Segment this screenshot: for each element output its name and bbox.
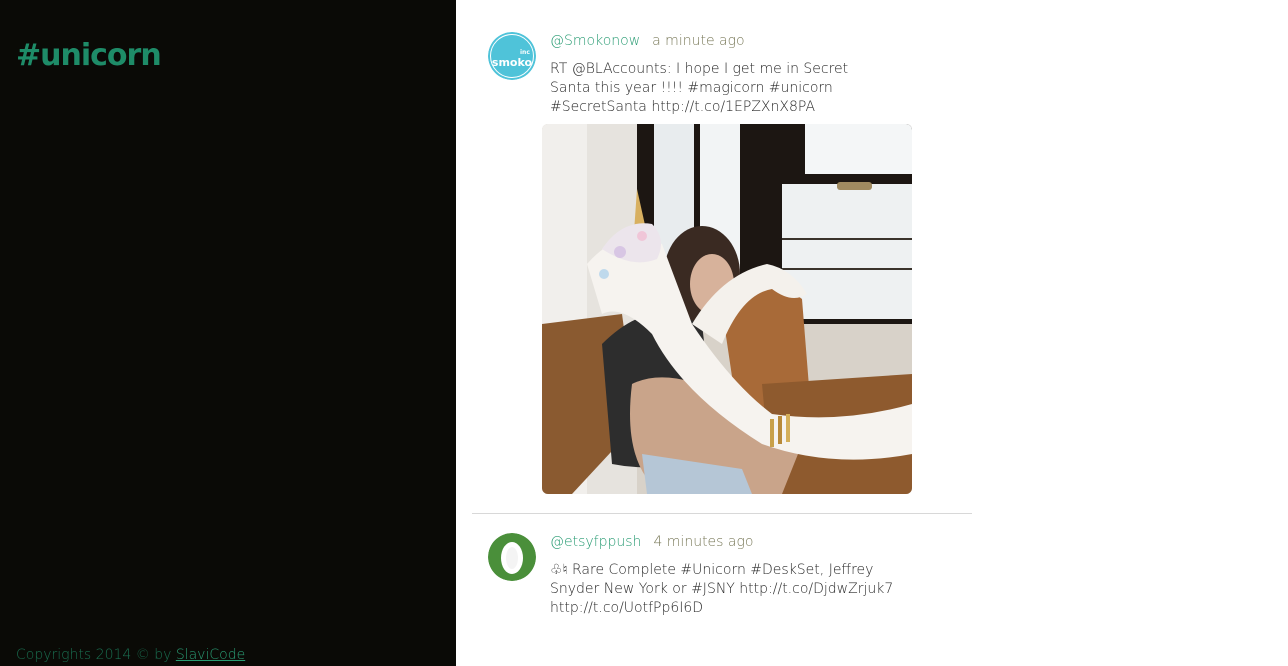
copyright: Copyrights 2014 © by SlaviCode [16,647,245,663]
slavicode-link[interactable]: SlaviCode [176,647,245,663]
tweet-time: 4 minutes ago [653,534,754,550]
avatar[interactable] [488,533,536,581]
copyright-text: Copyrights 2014 © by [16,647,176,663]
tweet-meta: @Smokonow a minute ago [550,33,745,49]
tweet-item: inc smoko @Smokonow a minute ago RT @BLAc… [472,0,972,514]
tweet-text: ♧♮ Rare Complete #Unicorn #DeskSet, Jeff… [550,562,894,616]
hashtag-title: #unicorn [16,38,162,73]
tweet-photo[interactable] [542,124,912,494]
avatar[interactable]: inc smoko [488,32,536,80]
sidebar: #unicorn Copyrights 2014 © by SlaviCode [0,0,456,666]
tweet-feed: inc smoko @Smokonow a minute ago RT @BLAc… [472,0,972,666]
smoko-logo-icon: inc smoko [488,32,536,80]
tweet-username[interactable]: @etsyfppush [550,534,641,550]
tweet-text: RT @BLAccounts: I hope I get me in Secre… [550,61,849,115]
avatar-text: smoko [492,56,533,69]
tweet-meta: @etsyfppush 4 minutes ago [550,534,753,550]
tweet-username[interactable]: @Smokonow [550,33,640,49]
etsy-logo-icon [488,533,536,581]
unicorn-photo-image [542,124,912,494]
tweet-time: a minute ago [652,33,745,49]
avatar-small-text: inc [520,49,530,56]
